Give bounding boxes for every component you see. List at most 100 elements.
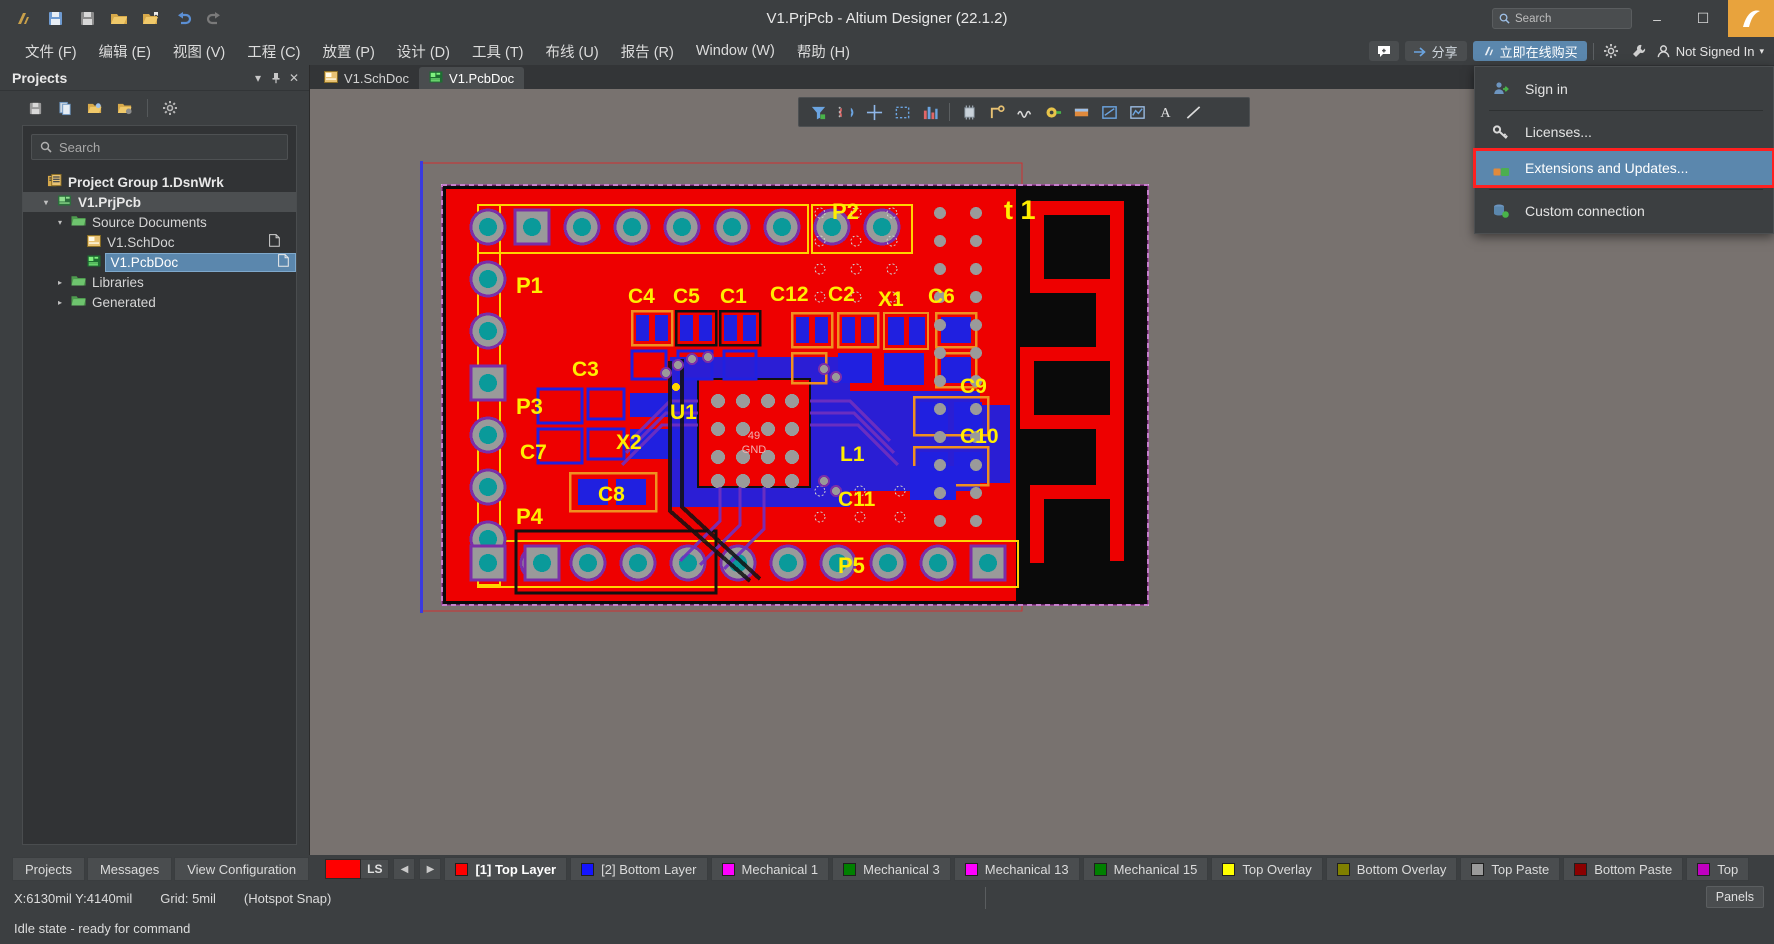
layer-tab-bottom-paste[interactable]: Bottom Paste (1563, 857, 1683, 881)
layer-tab-top[interactable]: Top (1686, 857, 1749, 881)
line-icon[interactable] (1180, 100, 1206, 124)
search-input[interactable]: Search (31, 134, 288, 160)
tree-item-label: Generated (92, 295, 156, 310)
tree-item-generated[interactable]: ▸ Generated (23, 292, 296, 312)
crosshair-icon[interactable] (861, 100, 887, 124)
account-button[interactable]: Not Signed In ▾ (1656, 44, 1768, 59)
preferences-gear-icon[interactable] (1600, 40, 1622, 62)
layer-tab-label: Top Overlay (1242, 862, 1311, 877)
tree-item-v1-schdoc[interactable]: V1.SchDoc (23, 232, 296, 252)
menu-reports[interactable]: 报告 (R) (610, 38, 685, 65)
layer-tab-mechanical-15[interactable]: Mechanical 15 (1083, 857, 1209, 881)
layer-tab-bottom-overlay[interactable]: Bottom Overlay (1326, 857, 1458, 881)
component-icon[interactable] (956, 100, 982, 124)
menu-item-extensions-and-updates[interactable]: Extensions and Updates... (1475, 150, 1773, 186)
twist-collapsed-icon[interactable]: ▸ (55, 298, 65, 307)
layer-tab-bottom-layer[interactable]: [2] Bottom Layer (570, 857, 707, 881)
twist-expanded-icon[interactable]: ▾ (55, 218, 65, 227)
analysis-icon[interactable] (1124, 100, 1150, 124)
tab-v1-schdoc[interactable]: V1.SchDoc (314, 67, 419, 89)
tree-item-libraries[interactable]: ▸ Libraries (23, 272, 296, 292)
bottom-tab-view-configuration[interactable]: View Configuration (174, 857, 309, 881)
menu-design[interactable]: 设计 (D) (386, 38, 461, 65)
differential-pair-icon[interactable] (1012, 100, 1038, 124)
settings-gear-icon[interactable] (157, 96, 183, 120)
tab-label: V1.PcbDoc (449, 71, 514, 86)
layer-tab-top-paste[interactable]: Top Paste (1460, 857, 1560, 881)
share-button[interactable]: 分享 (1405, 41, 1467, 61)
open-icon[interactable] (104, 5, 134, 33)
bottom-tab-projects[interactable]: Projects (12, 857, 85, 881)
tree-item-label: Project Group 1.DsnWrk (68, 175, 224, 190)
menu-place[interactable]: 放置 (P) (311, 38, 385, 65)
save-icon[interactable] (40, 5, 70, 33)
menu-item-custom-connection[interactable]: Custom connection (1475, 193, 1773, 229)
tab-v1-pcbdoc[interactable]: V1.PcbDoc (419, 67, 524, 89)
magnet-icon[interactable] (833, 100, 859, 124)
polygon-pour-icon[interactable] (1068, 100, 1094, 124)
menu-tools[interactable]: 工具 (T) (461, 38, 535, 65)
layer-tab-top-overlay[interactable]: Top Overlay (1211, 857, 1322, 881)
select-area-icon[interactable] (889, 100, 915, 124)
global-search-box[interactable]: Search (1492, 8, 1632, 29)
bottom-tab-messages[interactable]: Messages (87, 857, 172, 881)
panels-button[interactable]: Panels (1706, 886, 1764, 908)
via-icon[interactable] (1040, 100, 1066, 124)
menu-help[interactable]: 帮助 (H) (786, 38, 861, 65)
pin-icon[interactable] (267, 69, 285, 87)
menu-window[interactable]: Window (W) (685, 40, 786, 62)
menu-item-licenses[interactable]: Licenses... (1475, 114, 1773, 150)
close-button[interactable] (1728, 0, 1774, 37)
global-search-placeholder: Search (1515, 13, 1551, 25)
layer-set-label[interactable]: LS (361, 859, 389, 879)
menu-view[interactable]: 视图 (V) (162, 38, 236, 65)
panel-dropdown-icon[interactable]: ▾ (249, 69, 267, 87)
menu-edit[interactable]: 编辑 (E) (88, 38, 162, 65)
filter-icon[interactable] (805, 100, 831, 124)
documents-icon[interactable] (52, 96, 78, 120)
open-project-icon[interactable] (82, 96, 108, 120)
pcb-board-artwork[interactable]: 49 GND (420, 161, 1260, 726)
project-options-icon[interactable] (112, 96, 138, 120)
tree-item-project-group[interactable]: Project Group 1.DsnWrk (23, 172, 296, 192)
prev-layer-button[interactable]: ◀ (393, 858, 415, 880)
layer-tab-label: Bottom Overlay (1357, 862, 1447, 877)
menu-project[interactable]: 工程 (C) (236, 38, 311, 65)
layer-stack-icon[interactable] (917, 100, 943, 124)
text-icon[interactable]: A (1152, 100, 1178, 124)
close-icon[interactable]: ✕ (285, 69, 303, 87)
layer-tab-label: Mechanical 13 (985, 862, 1069, 877)
menu-route[interactable]: 布线 (U) (535, 38, 610, 65)
menubar-divider (1593, 43, 1594, 60)
altium-logo-icon[interactable] (8, 5, 38, 33)
layer-tab-mechanical-13[interactable]: Mechanical 13 (954, 857, 1080, 881)
route-icon[interactable] (984, 100, 1010, 124)
tree-item-source-documents[interactable]: ▾ Source Documents (23, 212, 296, 232)
redo-icon[interactable] (200, 5, 230, 33)
buy-online-button[interactable]: 立即在线购买 (1473, 41, 1587, 61)
wrench-icon[interactable] (1628, 40, 1650, 62)
twist-expanded-icon[interactable]: ▾ (41, 198, 51, 207)
designator-C9: C9 (960, 375, 987, 398)
current-layer-swatch[interactable] (325, 859, 361, 879)
tree-item-selected-highlight: V1.PcbDoc (105, 253, 296, 272)
next-layer-button[interactable]: ▶ (419, 858, 441, 880)
open-project-icon[interactable] (136, 5, 166, 33)
bottom-tab-strip: Projects Messages View Configuration LS … (0, 855, 1774, 883)
layer-tab-top-layer[interactable]: [1] Top Layer (444, 857, 567, 881)
layer-tab-mechanical-1[interactable]: Mechanical 1 (711, 857, 830, 881)
tree-item-v1-pcbdoc[interactable]: V1.PcbDoc (23, 252, 296, 272)
save-icon[interactable] (22, 96, 48, 120)
dimension-icon[interactable] (1096, 100, 1122, 124)
tree-item-v1-prjpcb[interactable]: ▾ V1.PrjPcb (23, 192, 296, 212)
minimize-button[interactable]: – (1636, 0, 1678, 37)
save-all-icon[interactable] (72, 5, 102, 33)
menu-item-sign-in[interactable]: Sign in (1475, 71, 1773, 107)
comments-button[interactable] (1369, 41, 1399, 61)
pcb-doc-icon (87, 255, 101, 270)
menu-file[interactable]: 文件 (F) (14, 38, 88, 65)
twist-collapsed-icon[interactable]: ▸ (55, 278, 65, 287)
undo-icon[interactable] (168, 5, 198, 33)
layer-tab-mechanical-3[interactable]: Mechanical 3 (832, 857, 951, 881)
maximize-button[interactable]: ☐ (1682, 0, 1724, 37)
